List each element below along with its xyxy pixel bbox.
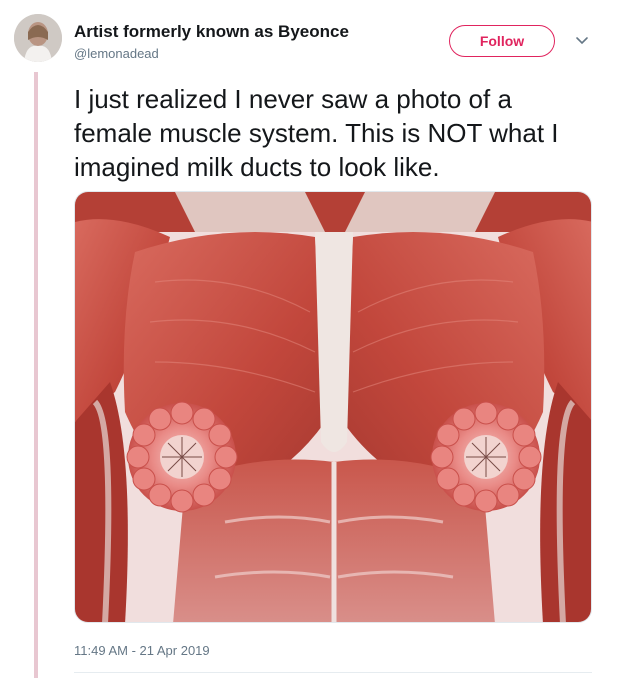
avatar[interactable] (14, 14, 62, 62)
divider (74, 672, 592, 673)
tweet-media[interactable] (74, 191, 592, 623)
author-handle[interactable]: @lemonadead (74, 46, 159, 61)
anatomy-illustration (75, 192, 591, 622)
follow-button[interactable]: Follow (449, 25, 555, 57)
chevron-down-icon[interactable] (574, 34, 590, 48)
tweet-text: I just realized I never saw a photo of a… (74, 84, 559, 182)
tweet-timestamp[interactable]: 11:49 AM - 21 Apr 2019 (74, 643, 210, 658)
avatar-image (14, 14, 62, 62)
author-name[interactable]: Artist formerly known as Byeonce (74, 22, 349, 42)
thread-line (34, 72, 38, 678)
